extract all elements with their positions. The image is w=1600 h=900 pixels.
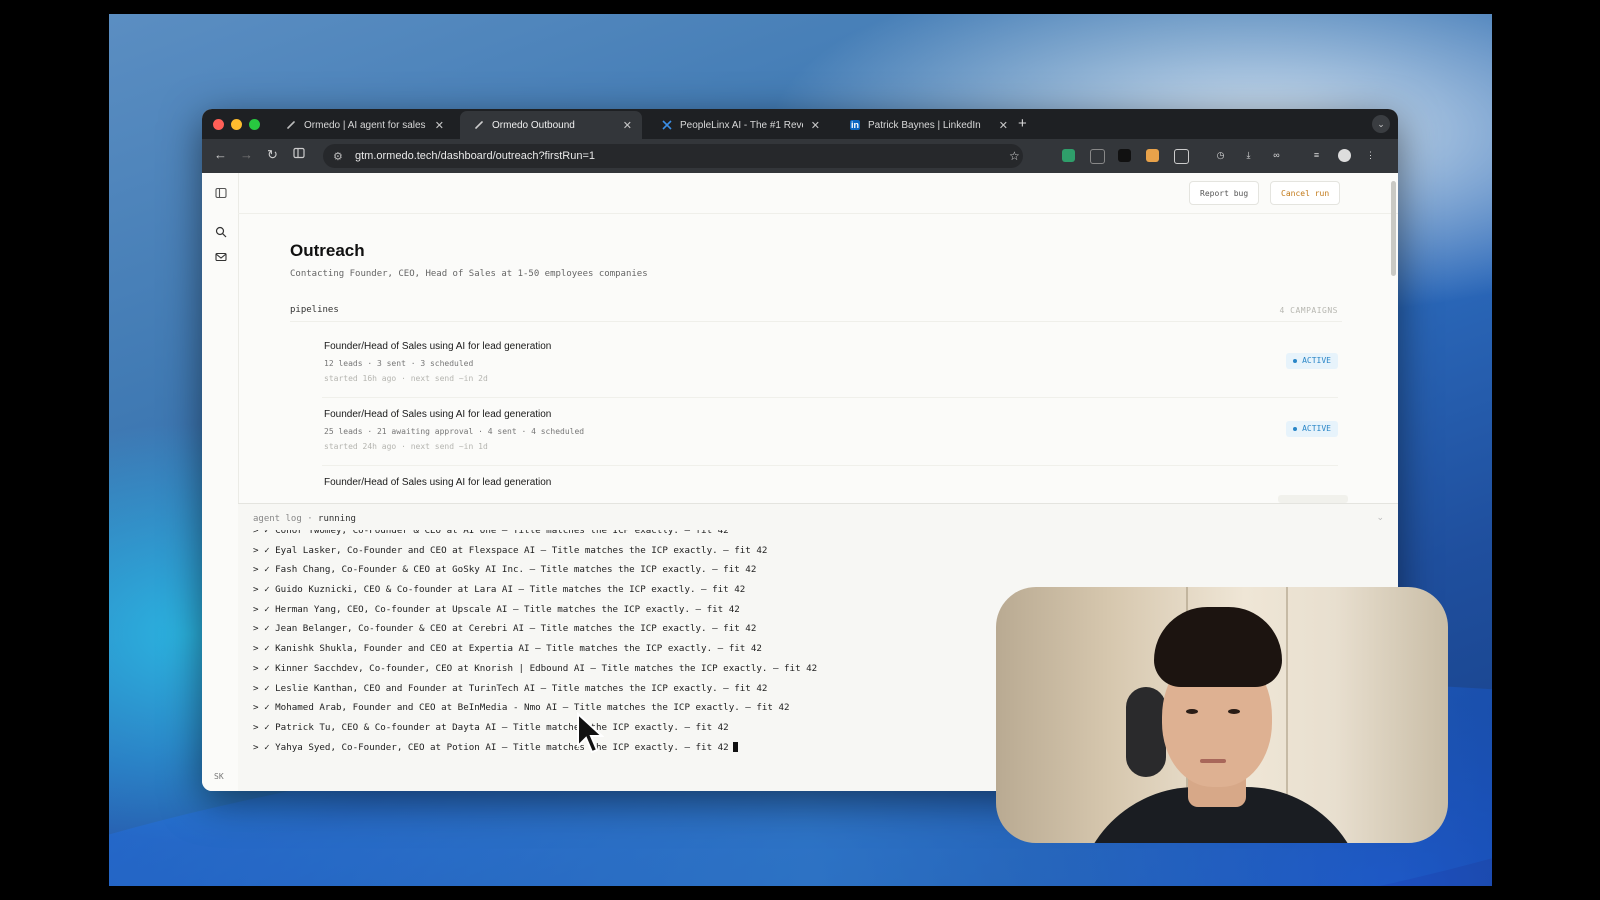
user-initials[interactable]: SK	[214, 772, 224, 781]
link-icon[interactable]: ∞	[1270, 149, 1283, 162]
campaign-started: started 24h ago · next send ~in 1d	[324, 442, 488, 451]
mouse-pointer-icon	[577, 712, 604, 754]
sidebar-toggle-icon[interactable]	[214, 187, 227, 200]
close-tab-icon[interactable]: ✕	[623, 119, 632, 132]
browser-toolbar: ← → ↻ ⚙ gtm.ormedo.tech/dashboard/outrea…	[202, 139, 1398, 173]
campaign-name: Founder/Head of Sales using AI for lead …	[324, 341, 552, 352]
person-mouth	[1200, 759, 1226, 763]
close-tab-icon[interactable]: ✕	[811, 119, 820, 132]
page-subtitle: Contacting Founder, CEO, Head of Sales a…	[290, 269, 648, 279]
ormedo-favicon-icon	[286, 120, 296, 130]
agent-log-header: agent log · running	[253, 514, 356, 524]
person-eye	[1186, 709, 1198, 714]
tab-peoplelinx[interactable]: PeopleLinx AI - The #1 Reven ✕	[648, 111, 830, 139]
webcam-overlay	[996, 587, 1448, 843]
download-icon[interactable]: ⤓	[1242, 149, 1255, 162]
header-divider	[238, 213, 1398, 214]
mail-icon[interactable]	[214, 251, 227, 264]
tab-title: Patrick Baynes | LinkedIn	[868, 119, 981, 131]
maximize-window-button[interactable]	[249, 119, 260, 130]
office-chair	[1126, 687, 1166, 777]
pipelines-label: pipelines	[290, 305, 339, 315]
extension-a-icon[interactable]	[1118, 149, 1131, 162]
log-line: > ✓ Conor Twomey, Co-Founder & CEO at AI…	[253, 530, 729, 536]
search-icon[interactable]	[214, 226, 227, 239]
page-title: Outreach	[290, 241, 365, 260]
status-badge: ACTIVE	[1286, 421, 1338, 437]
report-bug-button[interactable]: Report bug	[1189, 181, 1260, 205]
agent-log-status: running	[318, 514, 356, 524]
tab-title: Ormedo Outbound	[492, 119, 575, 131]
tab-bar: Ormedo | AI agent for sales ✕ Ormedo Out…	[202, 109, 1398, 139]
history-icon[interactable]: ◷	[1214, 149, 1227, 162]
extension-clipboard-icon[interactable]	[1146, 149, 1159, 162]
terminal-cursor	[732, 742, 738, 753]
status-badge	[1278, 495, 1348, 503]
extensions-puzzle-icon[interactable]	[1174, 149, 1189, 164]
campaign-stats: 12 leads · 3 sent · 3 scheduled	[324, 359, 474, 368]
collapse-chevron-icon[interactable]: ⌄	[1376, 512, 1384, 523]
extension-shield-icon[interactable]	[1062, 149, 1075, 162]
campaign-started: started 16h ago · next send ~in 2d	[324, 374, 488, 383]
campaign-count: 4 CAMPAIGNS	[1279, 306, 1338, 315]
ormedo-favicon-icon	[474, 120, 484, 130]
address-bar[interactable]: ⚙ gtm.ormedo.tech/dashboard/outreach?fir…	[323, 144, 1023, 168]
site-settings-icon[interactable]: ⚙	[333, 150, 347, 163]
status-dot-icon	[1293, 358, 1298, 363]
chevron-down-icon[interactable]: ⌄	[1372, 115, 1390, 133]
tab-title: PeopleLinx AI - The #1 Reven	[680, 119, 803, 131]
page-scrollbar[interactable]	[1391, 181, 1396, 276]
new-tab-icon[interactable]: +	[1018, 115, 1027, 132]
left-rail: SK	[202, 173, 239, 791]
peoplelinx-favicon-icon	[662, 120, 672, 130]
status-dot-icon	[1293, 426, 1298, 431]
back-icon[interactable]: ←	[214, 147, 227, 162]
extension-mail-icon[interactable]	[1090, 149, 1105, 164]
log-line: > ✓ Fash Chang, Co-Founder & CEO at GoSk…	[253, 564, 757, 576]
pipelines-divider	[290, 321, 1342, 322]
more-menu-icon[interactable]: ⋮	[1364, 149, 1377, 162]
cancel-run-button[interactable]: Cancel run	[1270, 181, 1341, 205]
person-hair	[1154, 607, 1282, 687]
split-view-icon[interactable]	[293, 147, 305, 162]
campaign-stats: 25 leads · 21 awaiting approval · 4 sent…	[324, 427, 585, 436]
tab-ormedo-ai-agent[interactable]: Ormedo | AI agent for sales ✕	[272, 111, 454, 139]
bookmark-star-icon[interactable]: ☆	[1009, 149, 1020, 163]
forward-icon[interactable]: →	[240, 147, 253, 162]
reload-icon[interactable]: ↻	[267, 147, 278, 163]
person-eye	[1228, 709, 1240, 714]
reading-list-icon[interactable]: ≡	[1310, 149, 1323, 162]
tab-ormedo-outbound[interactable]: Ormedo Outbound ✕	[460, 111, 642, 139]
tab-title: Ormedo | AI agent for sales	[304, 119, 426, 131]
url-text: gtm.ormedo.tech/dashboard/outreach?first…	[355, 150, 596, 162]
minimize-window-button[interactable]	[231, 119, 242, 130]
campaign-row[interactable]: Founder/Head of Sales using AI for lead …	[322, 331, 1338, 398]
log-line: > ✓ Eyal Lasker, Co-Founder and CEO at F…	[253, 544, 768, 556]
campaign-row[interactable]: Founder/Head of Sales using AI for lead …	[322, 399, 1338, 466]
close-tab-icon[interactable]: ✕	[999, 119, 1008, 132]
close-window-button[interactable]	[213, 119, 224, 130]
profile-avatar-icon[interactable]	[1338, 149, 1351, 162]
agent-log-label: agent log	[253, 514, 302, 524]
campaign-name: Founder/Head of Sales using AI for lead …	[324, 409, 552, 420]
close-tab-icon[interactable]: ✕	[435, 119, 444, 132]
linkedin-favicon-icon: in	[850, 120, 860, 130]
tab-linkedin[interactable]: in Patrick Baynes | LinkedIn ✕	[836, 111, 1018, 139]
campaign-name: Founder/Head of Sales using AI for lead …	[324, 477, 552, 488]
status-badge: ACTIVE	[1286, 353, 1338, 369]
